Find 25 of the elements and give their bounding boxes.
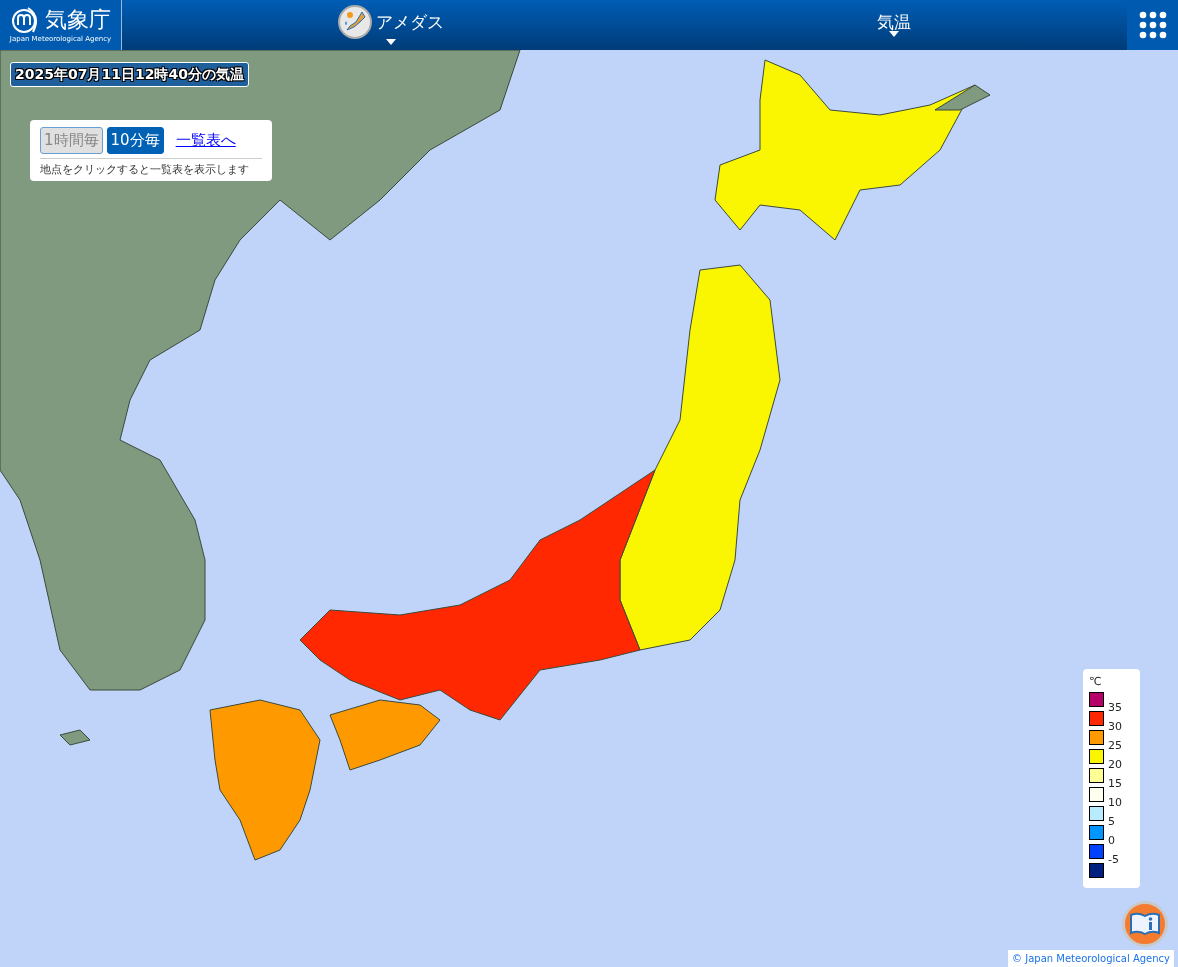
legend-label: 5 bbox=[1108, 814, 1116, 830]
menu-button[interactable] bbox=[1127, 0, 1178, 50]
caret-icon bbox=[888, 31, 899, 38]
book-icon bbox=[1129, 912, 1161, 936]
legend-label: 15 bbox=[1108, 776, 1122, 792]
info-button[interactable] bbox=[1122, 901, 1168, 947]
legend-label: 20 bbox=[1108, 757, 1122, 773]
copyright-text: © Japan Meteorological Agency bbox=[1008, 950, 1174, 967]
list-link[interactable]: 一覧表へ bbox=[175, 129, 236, 152]
japan-map-icon bbox=[338, 5, 373, 39]
legend-label: 0 bbox=[1108, 833, 1116, 849]
caret-icon bbox=[386, 39, 397, 45]
menu-dropdown[interactable]: アメダス bbox=[122, 0, 661, 50]
map-drawing[interactable] bbox=[0, 50, 991, 861]
hint-text: 地点をクリックすると一覧表を表示します bbox=[40, 157, 262, 178]
legend-label: 35 bbox=[1108, 700, 1122, 716]
legend-unit: ℃ bbox=[1089, 675, 1103, 688]
interval-toggle[interactable]: 10分毎 bbox=[106, 127, 164, 154]
menu-icon bbox=[1138, 11, 1167, 39]
legend-label: -5 bbox=[1108, 852, 1120, 868]
menu-dropdown[interactable]: 気温 bbox=[660, 0, 1127, 50]
legend-label: 25 bbox=[1108, 738, 1122, 754]
legend-label: 30 bbox=[1108, 719, 1122, 735]
legend-label: 10 bbox=[1108, 795, 1122, 811]
map-title: 2025年07月11日12時40分の気温 bbox=[10, 62, 249, 87]
